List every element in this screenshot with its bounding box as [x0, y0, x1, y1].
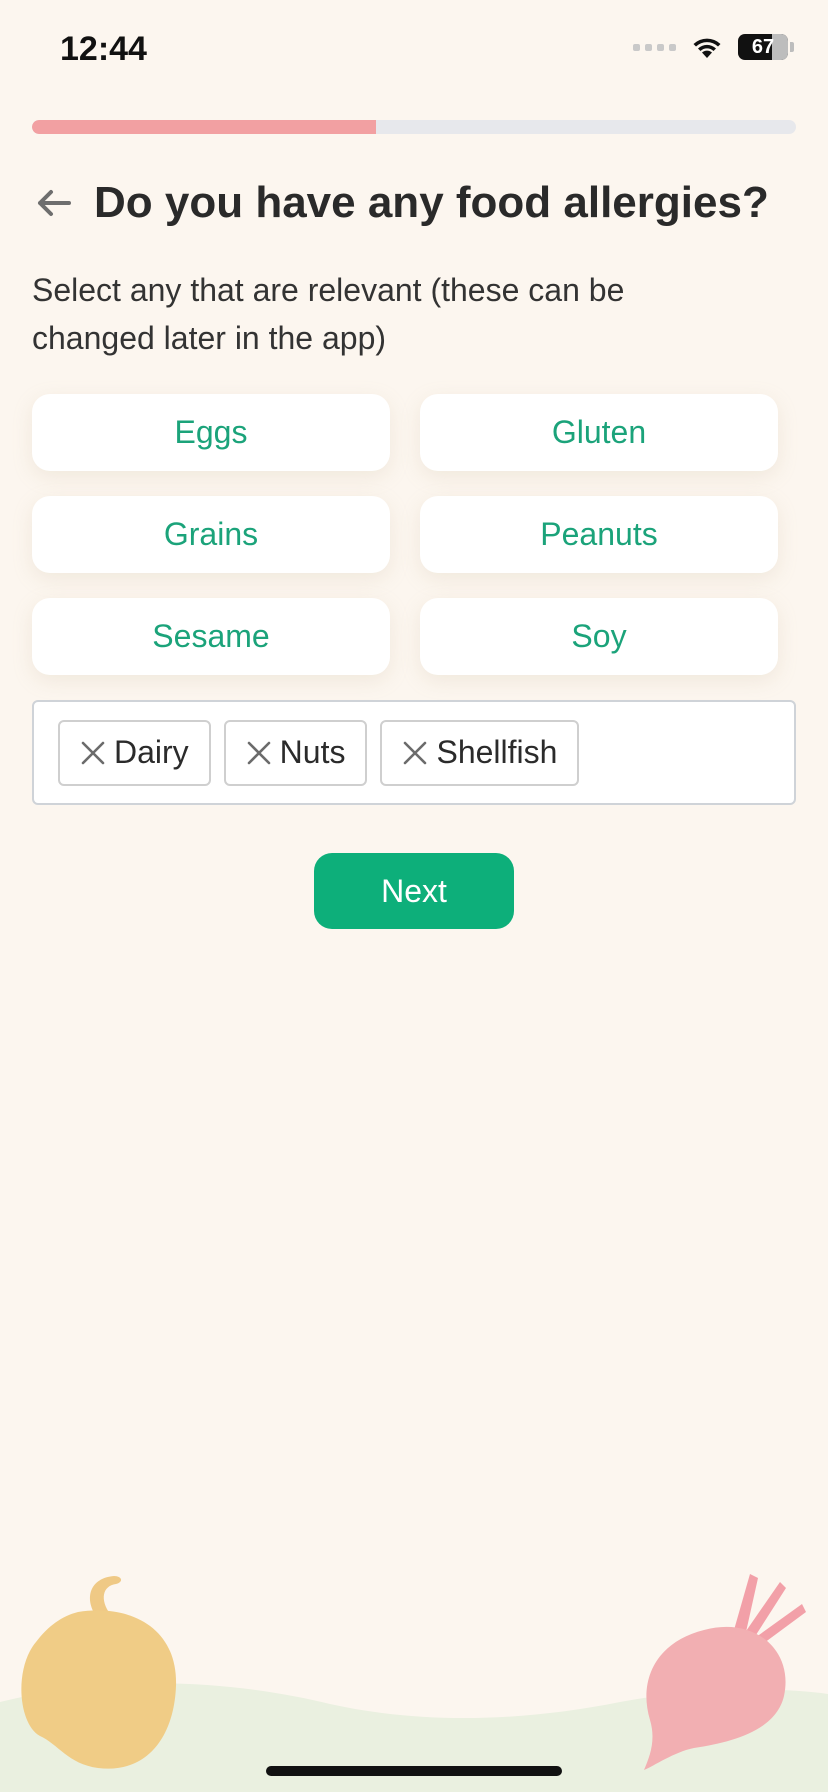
- arrow-left-icon: [38, 190, 71, 216]
- beet-illustration: [644, 1574, 806, 1770]
- selected-allergies: Dairy Nuts Shellfish: [32, 700, 796, 805]
- option-sesame[interactable]: Sesame: [32, 598, 390, 675]
- header: Do you have any food allergies?: [32, 178, 802, 228]
- chip-label: Nuts: [279, 734, 346, 770]
- battery-icon: 67: [738, 34, 788, 60]
- status-icons: 67: [633, 34, 794, 60]
- status-bar: 12:44 67: [0, 0, 828, 100]
- battery-level: 67: [751, 35, 775, 58]
- chip-nuts[interactable]: Nuts: [223, 719, 368, 786]
- option-grains[interactable]: Grains: [32, 496, 390, 573]
- battery-cap: [790, 42, 794, 52]
- option-eggs[interactable]: Eggs: [32, 394, 390, 471]
- next-button[interactable]: Next: [314, 853, 514, 929]
- page-title: Do you have any food allergies?: [94, 178, 769, 227]
- chip-label: Dairy: [114, 734, 189, 770]
- back-button[interactable]: [32, 181, 76, 225]
- home-indicator: [266, 1766, 562, 1776]
- wifi-icon: [693, 38, 721, 58]
- close-icon[interactable]: [78, 738, 108, 768]
- status-time: 12:44: [60, 30, 147, 68]
- close-icon[interactable]: [400, 738, 430, 768]
- progress-bar: [32, 120, 796, 134]
- option-gluten[interactable]: Gluten: [420, 394, 778, 471]
- close-icon[interactable]: [244, 738, 274, 768]
- chip-label: Shellfish: [436, 734, 558, 770]
- progress-fill: [32, 120, 376, 134]
- option-soy[interactable]: Soy: [420, 598, 778, 675]
- chip-shellfish[interactable]: Shellfish: [380, 719, 580, 786]
- subtitle: Select any that are relevant (these can …: [32, 272, 625, 356]
- chip-dairy[interactable]: Dairy: [58, 719, 211, 786]
- signal-icon: [633, 43, 676, 51]
- allergy-options: Eggs Gluten Grains Peanuts Sesame Soy: [32, 394, 780, 675]
- bell-pepper-illustration: [21, 1576, 177, 1769]
- option-peanuts[interactable]: Peanuts: [420, 496, 778, 573]
